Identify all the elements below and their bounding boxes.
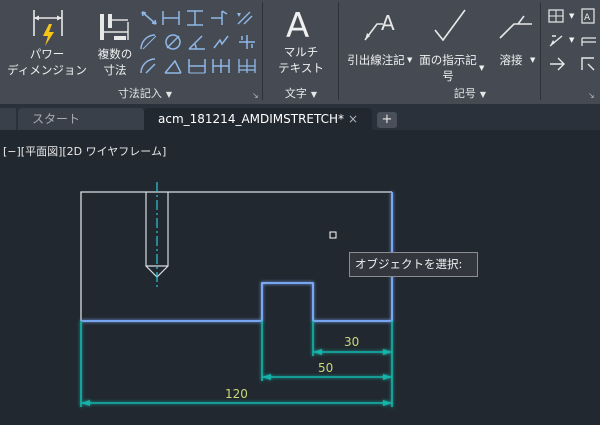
dimension-text-50[interactable]: 50 xyxy=(318,361,333,375)
pickbox-cursor-icon xyxy=(329,231,337,239)
selected-edge[interactable] xyxy=(81,192,393,322)
dimension-text-30[interactable]: 30 xyxy=(344,335,359,349)
command-prompt-tooltip: オブジェクトを選択: xyxy=(349,252,478,277)
part-outline[interactable] xyxy=(80,191,392,321)
drawing-geometry[interactable]: 30 50 120 xyxy=(0,0,600,425)
dimension-text-120[interactable]: 120 xyxy=(225,387,248,401)
